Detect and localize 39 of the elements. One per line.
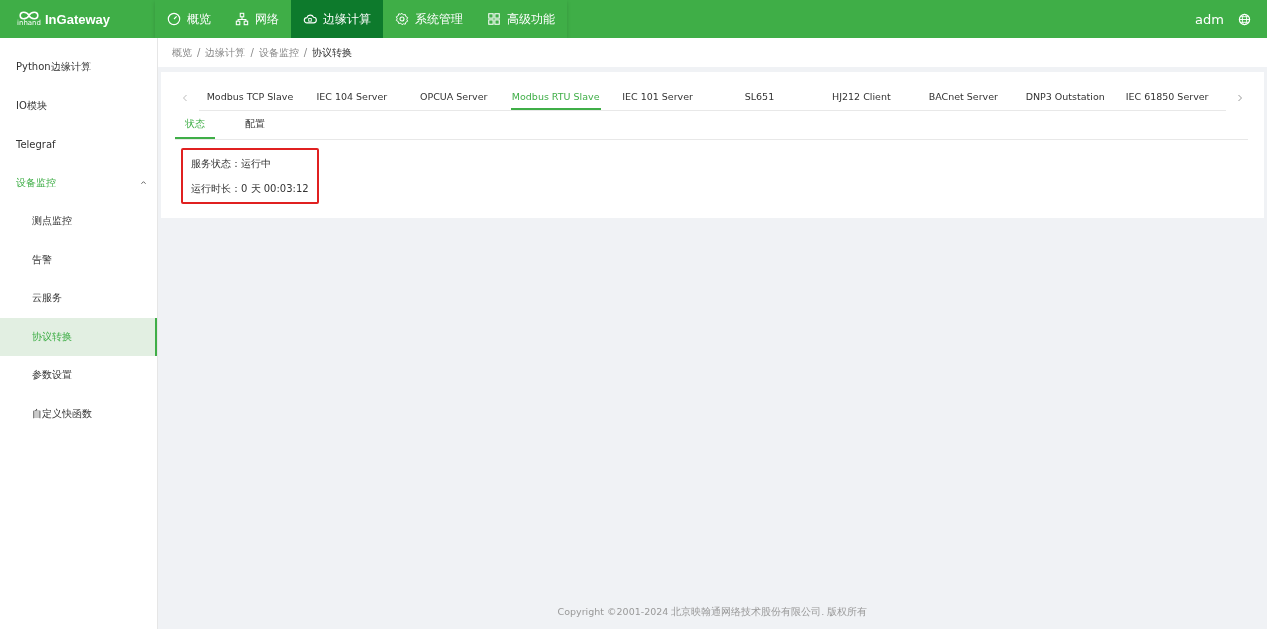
network-icon: [235, 12, 249, 26]
caret-icon: [140, 180, 147, 186]
breadcrumb-separator: /: [303, 47, 308, 58]
sidebar-item[interactable]: Telegraf: [0, 125, 157, 164]
globe-icon[interactable]: [1238, 12, 1251, 26]
breadcrumb-separator: /: [197, 47, 201, 58]
protocol-tab[interactable]: IEC 104 Server: [306, 84, 397, 110]
protocol-tab[interactable]: IEC 61850 Server: [1122, 84, 1213, 110]
cloud-icon: [303, 12, 317, 26]
settings-icon: [395, 12, 409, 26]
protocol-tab[interactable]: BACnet Server: [918, 84, 1009, 110]
protocol-tab[interactable]: OPCUA Server: [408, 84, 499, 110]
status-text: 运行时长：0 天 00:03:12: [191, 182, 309, 196]
sidebar-item[interactable]: Python边缘计算: [0, 48, 157, 87]
infinity-icon: [18, 11, 40, 20]
breadcrumb-link[interactable]: 设备监控: [258, 45, 299, 60]
copyright-text: Copyright ©2001-2024 北京映翰通网络技术股份有限公司. 版权所有: [556, 606, 869, 619]
sidebar-item[interactable]: 云服务: [0, 279, 157, 318]
gauge-icon: [167, 12, 181, 26]
brand-name: InGateway: [45, 11, 112, 27]
sidebar-item[interactable]: 参数设置: [0, 356, 157, 395]
breadcrumb-separator: /: [250, 47, 254, 58]
chevron-left-icon[interactable]: [181, 92, 189, 103]
protocol-tab[interactable]: HJ212 Client: [816, 84, 907, 110]
chevron-right-icon[interactable]: [1236, 92, 1244, 103]
protocol-tab[interactable]: Modbus TCP Slave: [205, 84, 295, 110]
breadcrumb-link[interactable]: 边缘计算: [205, 45, 246, 60]
breadcrumb-link[interactable]: 概览: [172, 45, 192, 60]
grid-icon: [487, 12, 501, 26]
sidebar-item[interactable]: 测点监控: [0, 202, 157, 241]
sidebar-item[interactable]: 告警: [0, 240, 157, 279]
protocol-tab[interactable]: SL651: [714, 84, 805, 110]
sidebar-item[interactable]: IO模块: [0, 86, 157, 125]
sidebar-item[interactable]: 自定义快函数: [0, 394, 157, 433]
protocol-tab[interactable]: IEC 101 Server: [612, 84, 703, 110]
status-text: 服务状态：运行中: [191, 157, 272, 171]
nav-tab[interactable]: 边缘计算: [291, 0, 383, 38]
protocol-tab[interactable]: DNP3 Outstation: [1020, 84, 1111, 110]
subtab[interactable]: 配置: [235, 111, 275, 139]
